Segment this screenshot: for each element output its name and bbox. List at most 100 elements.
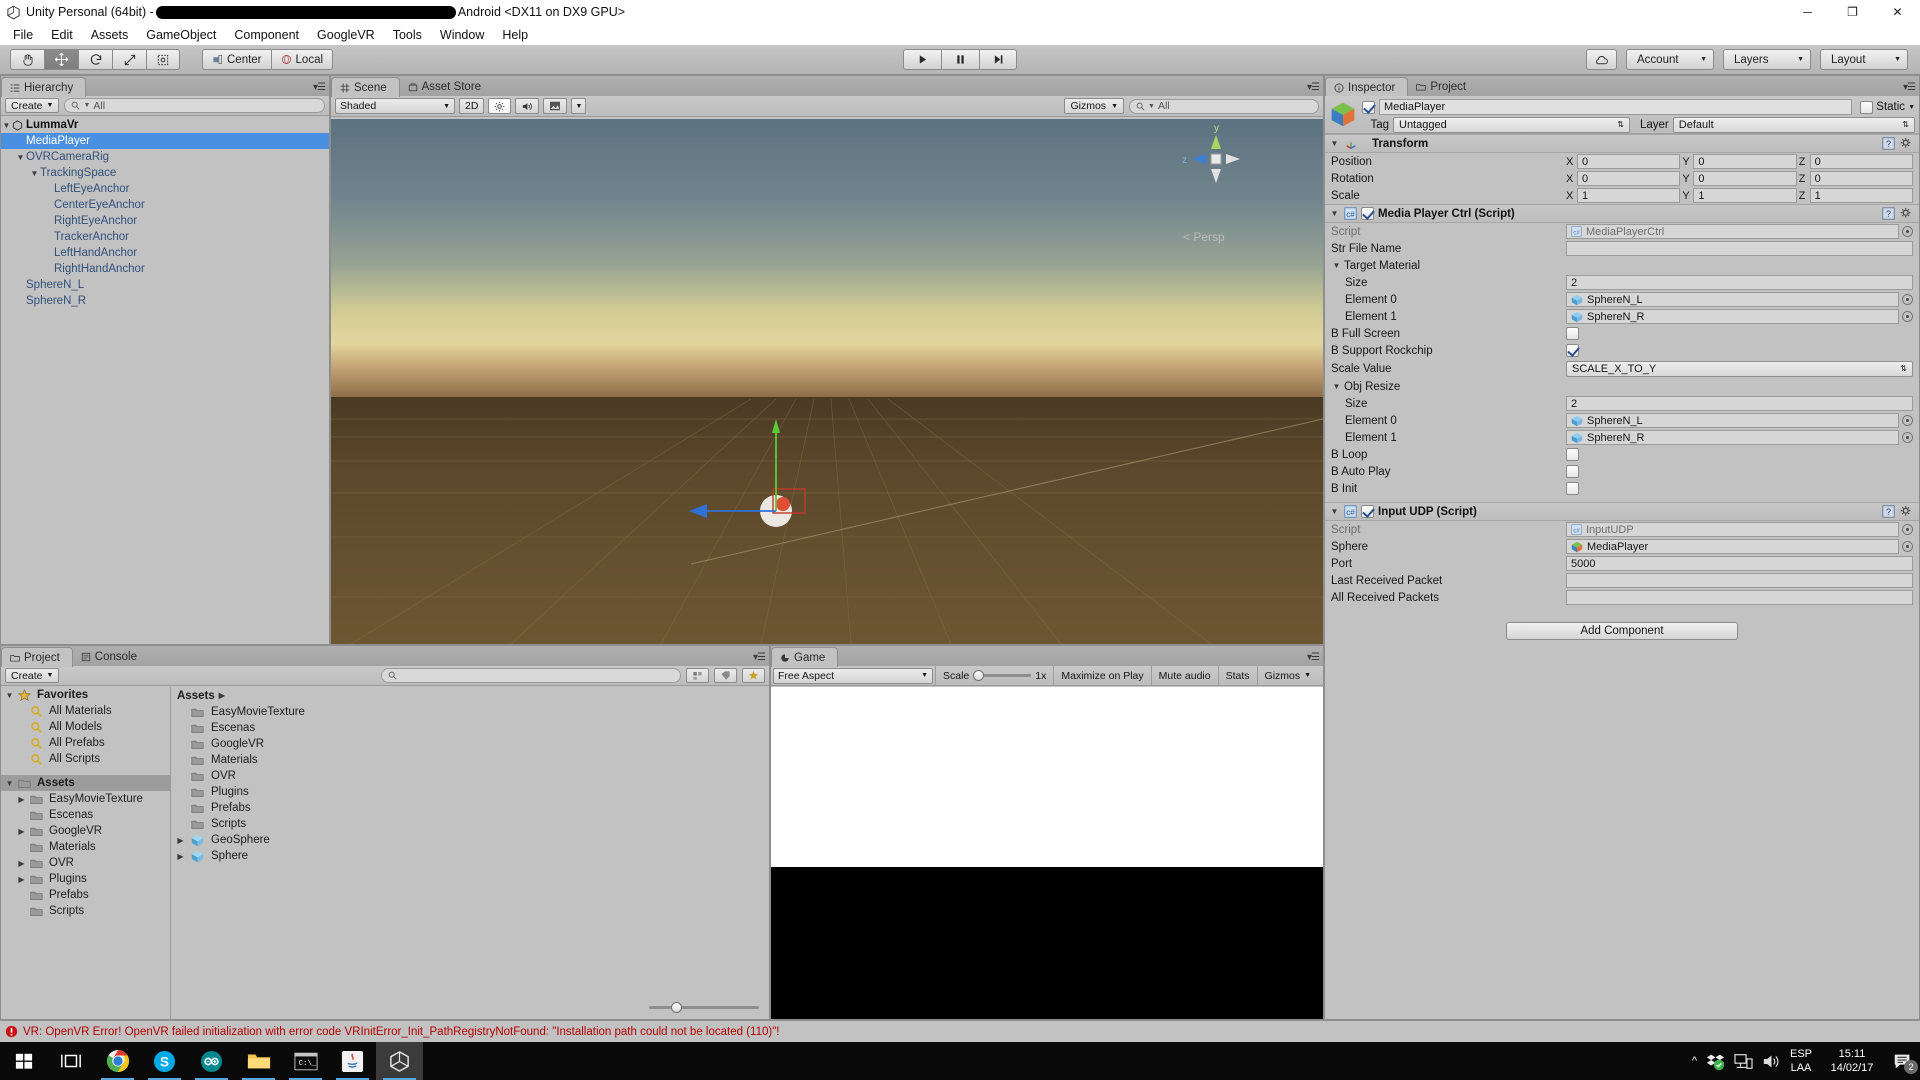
collapse-triangle-icon[interactable]: ▶ xyxy=(16,795,27,804)
layers-dropdown[interactable]: Layers ▼ xyxy=(1723,49,1811,70)
project-tree-item[interactable]: ▶ GoogleVR xyxy=(1,823,170,839)
transform-position-x-input[interactable]: 0 xyxy=(1577,154,1681,169)
menu-help[interactable]: Help xyxy=(493,26,537,44)
pivot-local-button[interactable]: Local xyxy=(270,49,334,70)
project-content-item[interactable]: ▶OVR xyxy=(171,768,769,784)
java-icon[interactable] xyxy=(329,1042,376,1080)
step-button[interactable] xyxy=(979,49,1017,70)
add-component-button[interactable]: Add Component xyxy=(1506,622,1738,640)
mediaplayerctrl-component-header[interactable]: ▼ c# Media Player Ctrl (Script) ? xyxy=(1325,204,1919,223)
tab-console[interactable]: Console xyxy=(73,647,149,666)
task-view-button[interactable] xyxy=(47,1042,94,1080)
hierarchy-item[interactable]: ▼ LummaVr xyxy=(1,117,329,133)
tab-scene[interactable]: Scene xyxy=(331,77,400,97)
mpc-brockchip-checkbox[interactable] xyxy=(1566,344,1579,357)
mpc-tm-elem1-picker[interactable] xyxy=(1902,311,1913,322)
network-icon[interactable] xyxy=(1734,1053,1753,1070)
mpc-bloop-checkbox[interactable] xyxy=(1566,448,1579,461)
menu-file[interactable]: File xyxy=(4,26,42,44)
project-filter-type-button[interactable] xyxy=(686,668,709,683)
transform-component-header[interactable]: ▼ Transform ? xyxy=(1325,134,1919,153)
collapse-triangle-icon[interactable]: ▼ xyxy=(1,121,12,130)
game-aspect-dropdown[interactable]: Free Aspect ▼ xyxy=(773,667,933,684)
udp-script-picker[interactable] xyxy=(1902,524,1913,535)
mpc-bautoplay-checkbox[interactable] xyxy=(1566,465,1579,478)
transform-rotation-x-input[interactable]: 0 xyxy=(1577,171,1681,186)
mpc-or-elem0-field[interactable]: SphereN_L xyxy=(1566,413,1899,428)
game-scale-knob[interactable] xyxy=(973,670,985,681)
static-checkbox[interactable] xyxy=(1860,100,1874,114)
mpc-tm-size-input[interactable]: 2 xyxy=(1566,275,1913,290)
menu-gameobject[interactable]: GameObject xyxy=(137,26,225,44)
mpc-tm-elem0-picker[interactable] xyxy=(1902,294,1913,305)
tab-hierarchy[interactable]: Hierarchy xyxy=(1,77,87,97)
project-favorites-root[interactable]: ▼ Favorites xyxy=(1,687,170,703)
hierarchy-item[interactable]: ▼RightHandAnchor xyxy=(1,261,329,277)
project-favorite-item[interactable]: ▶All Scripts xyxy=(1,751,170,767)
transform-rotation-z-input[interactable]: 0 xyxy=(1809,171,1913,186)
collapse-triangle-icon[interactable]: ▼ xyxy=(1331,261,1342,270)
project-tree-pane[interactable]: ▼Favorites▶All Materials▶All Models▶All … xyxy=(1,687,171,1019)
hierarchy-item[interactable]: ▼ TrackingSpace xyxy=(1,165,329,181)
hand-tool-button[interactable] xyxy=(10,49,44,70)
mpc-strfilename-input[interactable] xyxy=(1566,241,1913,256)
tab-inspector-project[interactable]: Project xyxy=(1408,77,1478,96)
mpc-binit-checkbox[interactable] xyxy=(1566,482,1579,495)
menu-window[interactable]: Window xyxy=(431,26,493,44)
gear-icon[interactable] xyxy=(1900,137,1913,150)
gear-icon[interactable] xyxy=(1900,505,1913,518)
mediaplayerctrl-enabled-checkbox[interactable] xyxy=(1361,207,1374,220)
hierarchy-search-input[interactable]: ▼ All xyxy=(64,98,325,113)
arduino-icon[interactable] xyxy=(188,1042,235,1080)
close-button[interactable]: ✕ xyxy=(1875,0,1920,24)
unity-icon[interactable] xyxy=(376,1042,423,1080)
collapse-triangle-icon[interactable]: ▼ xyxy=(1329,209,1340,218)
layer-dropdown[interactable]: Default ⇅ xyxy=(1672,117,1915,133)
scene-gizmos-dropdown[interactable]: Gizmos ▼ xyxy=(1064,98,1124,114)
collapse-triangle-icon[interactable]: ▶ xyxy=(175,836,186,845)
project-content-item[interactable]: ▶ Sphere xyxy=(171,848,769,864)
udp-script-field[interactable]: c# InputUDP xyxy=(1566,522,1899,537)
project-content-item[interactable]: ▶Materials xyxy=(171,752,769,768)
file-explorer-icon[interactable] xyxy=(235,1042,282,1080)
hierarchy-item[interactable]: ▼ OVRCameraRig xyxy=(1,149,329,165)
mpc-tm-elem0-field[interactable]: SphereN_L xyxy=(1566,292,1899,307)
hierarchy-tree[interactable]: ▼LummaVr▼MediaPlayer▼OVRCameraRig▼Tracki… xyxy=(1,117,329,644)
static-toggle[interactable]: Static ▼ xyxy=(1860,100,1915,114)
skype-icon[interactable]: S xyxy=(141,1042,188,1080)
play-button[interactable] xyxy=(903,49,941,70)
mpc-objresize-row[interactable]: ▼ Obj Resize xyxy=(1325,378,1919,395)
volume-icon[interactable] xyxy=(1762,1053,1781,1070)
command-prompt-icon[interactable]: C:\_ xyxy=(282,1042,329,1080)
menu-tools[interactable]: Tools xyxy=(384,26,431,44)
tab-project[interactable]: Project xyxy=(1,647,73,667)
pivot-center-button[interactable]: Center xyxy=(202,49,271,70)
mpc-or-elem0-picker[interactable] xyxy=(1902,415,1913,426)
clock[interactable]: 15:11 14/02/17 xyxy=(1821,1047,1883,1075)
pause-button[interactable] xyxy=(941,49,979,70)
hierarchy-create-button[interactable]: Create ▼ xyxy=(5,98,60,113)
gear-icon[interactable] xyxy=(1900,207,1913,220)
game-mute-audio-toggle[interactable]: Mute audio xyxy=(1150,665,1218,686)
game-panel-menu-icon[interactable]: ▾☰ xyxy=(1307,652,1320,663)
udp-allpackets-input[interactable] xyxy=(1566,590,1913,605)
gameobject-name-input[interactable]: MediaPlayer xyxy=(1379,99,1853,115)
project-tree-item[interactable]: ▶ Plugins xyxy=(1,871,170,887)
project-tree-item[interactable]: ▶Materials xyxy=(1,839,170,855)
mpc-bfullscreen-checkbox[interactable] xyxy=(1566,327,1579,340)
hierarchy-item[interactable]: ▼MediaPlayer xyxy=(1,133,329,149)
udp-sphere-picker[interactable] xyxy=(1902,541,1913,552)
rect-tool-button[interactable] xyxy=(146,49,180,70)
scene-lighting-toggle[interactable] xyxy=(488,98,512,114)
project-tree-item[interactable]: ▶ EasyMovieTexture xyxy=(1,791,170,807)
collapse-triangle-icon[interactable]: ▼ xyxy=(1329,139,1340,148)
inputudp-enabled-checkbox[interactable] xyxy=(1361,505,1374,518)
project-content-item[interactable]: ▶EasyMovieTexture xyxy=(171,704,769,720)
start-button[interactable] xyxy=(0,1042,47,1080)
project-favorite-button[interactable] xyxy=(742,668,765,683)
hierarchy-item[interactable]: ▼RightEyeAnchor xyxy=(1,213,329,229)
transform-scale-y-input[interactable]: 1 xyxy=(1693,188,1797,203)
scene-audio-toggle[interactable] xyxy=(515,98,540,114)
scene-viewport[interactable]: y z < Persp xyxy=(331,119,1323,644)
notification-center-button[interactable]: 2 xyxy=(1892,1050,1918,1074)
